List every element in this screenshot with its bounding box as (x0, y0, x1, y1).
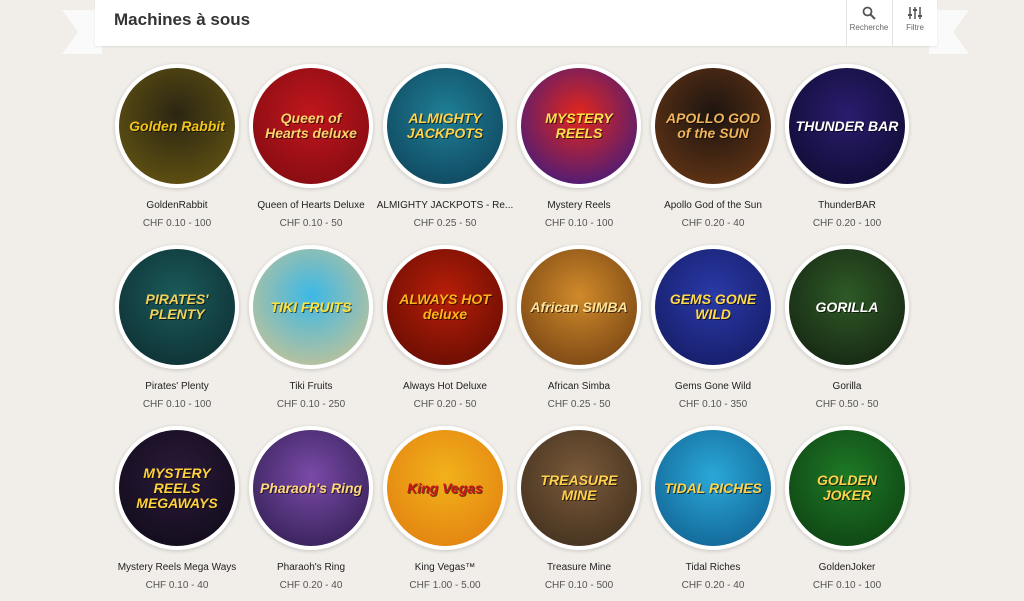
game-tile[interactable]: TIKI FRUITS Tiki Fruits CHF 0.10 - 250 (244, 245, 378, 410)
game-tile[interactable]: TIDAL RICHES Tidal Riches CHF 0.20 - 40 (646, 426, 780, 591)
game-name[interactable]: Gems Gone Wild (675, 381, 751, 392)
game-thumbnail[interactable]: TREASURE MINE (517, 426, 641, 550)
game-name[interactable]: Tiki Fruits (290, 381, 333, 392)
game-tile[interactable]: Pharaoh's Ring Pharaoh's Ring CHF 0.20 - 4… (244, 426, 378, 591)
game-thumbnail[interactable]: African SIMBA (517, 245, 641, 369)
game-bet-range: CHF 0.20 - 40 (681, 580, 745, 591)
game-bet-range: CHF 1.00 - 5.00 (409, 580, 481, 591)
search-button-label: Recherche (849, 23, 889, 32)
header-bar: Machines à sous Recherche Filtre (95, 0, 937, 46)
game-bet-range: CHF 0.10 - 40 (145, 580, 209, 591)
game-thumbnail[interactable]: TIDAL RICHES (651, 426, 775, 550)
game-tile[interactable]: TREASURE MINE Treasure Mine CHF 0.10 - 500 (512, 426, 646, 591)
game-thumbnail[interactable]: MYSTERY REELS MEGAWAYS (115, 426, 239, 550)
filter-button[interactable]: Filtre (892, 0, 937, 46)
game-name[interactable]: Queen of Hearts Deluxe (257, 200, 364, 211)
game-tile[interactable]: ALMIGHTY JACKPOTS ALMIGHTY JACKPOTS - Re.… (377, 64, 514, 229)
game-thumbnail[interactable]: MYSTERY REELS (517, 64, 641, 188)
game-name[interactable]: Mystery Reels Mega Ways (118, 562, 237, 573)
game-tile[interactable]: MYSTERY REELS MEGAWAYS Mystery Reels Mega… (110, 426, 244, 591)
game-grid: Golden Rabbit GoldenRabbit CHF 0.10 - 100 Q… (110, 64, 930, 591)
page-title: Machines à sous (114, 10, 251, 29)
game-logo-text: Golden Rabbit (129, 117, 225, 134)
game-logo-text: ALWAYS HOT deluxe (399, 291, 491, 322)
game-tile[interactable]: Golden Rabbit GoldenRabbit CHF 0.10 - 100 (110, 64, 244, 229)
game-logo-text: GOLDEN JOKER (817, 472, 877, 503)
game-thumbnail[interactable]: GEMS GONE WILD (651, 245, 775, 369)
game-logo-text: GORILLA (815, 298, 879, 315)
game-logo-text: TIDAL RICHES (664, 479, 762, 496)
filter-button-label: Filtre (906, 23, 924, 32)
game-bet-range: CHF 0.10 - 100 (544, 218, 614, 229)
game-bet-range: CHF 0.25 - 50 (547, 399, 611, 410)
game-tile[interactable]: ALWAYS HOT deluxe Always Hot Deluxe CHF 0.… (378, 245, 512, 410)
game-bet-range: CHF 0.50 - 50 (815, 399, 879, 410)
search-icon (862, 6, 876, 20)
game-tile[interactable]: THUNDER BAR ThunderBAR CHF 0.20 - 100 (780, 64, 914, 229)
game-thumbnail[interactable]: APOLLO GOD of the SUN (651, 64, 775, 188)
game-name[interactable]: Mystery Reels (547, 200, 610, 211)
game-logo-text: TREASURE MINE (540, 472, 618, 503)
game-bet-range: CHF 0.20 - 50 (413, 399, 477, 410)
game-logo-text: Queen of Hearts deluxe (265, 110, 357, 141)
game-thumbnail[interactable]: Pharaoh's Ring (249, 426, 373, 550)
game-tile[interactable]: King Vegas King Vegas™ CHF 1.00 - 5.00 (378, 426, 512, 591)
game-logo-text: APOLLO GOD of the SUN (665, 110, 761, 141)
game-thumbnail[interactable]: THUNDER BAR (785, 64, 909, 188)
game-tile[interactable]: GOLDEN JOKER GoldenJoker CHF 0.10 - 100 (780, 426, 914, 591)
game-bet-range: CHF 0.25 - 50 (413, 218, 477, 229)
game-name[interactable]: Pharaoh's Ring (277, 562, 345, 573)
game-bet-range: CHF 0.10 - 250 (276, 399, 346, 410)
game-thumbnail[interactable]: PIRATES' PLENTY (115, 245, 239, 369)
game-name[interactable]: GoldenRabbit (146, 200, 207, 211)
game-logo-text: African SIMBA (530, 298, 628, 315)
game-thumbnail[interactable]: ALMIGHTY JACKPOTS (383, 64, 507, 188)
game-tile[interactable]: GORILLA Gorilla CHF 0.50 - 50 (780, 245, 914, 410)
search-button[interactable]: Recherche (846, 0, 891, 46)
game-logo-text: MYSTERY REELS MEGAWAYS (136, 464, 218, 511)
game-name[interactable]: Gorilla (833, 381, 862, 392)
game-thumbnail[interactable]: Queen of Hearts deluxe (249, 64, 373, 188)
game-tile[interactable]: MYSTERY REELS Mystery Reels CHF 0.10 - 100 (512, 64, 646, 229)
game-logo-text: King Vegas (407, 479, 483, 496)
game-tile[interactable]: PIRATES' PLENTY Pirates' Plenty CHF 0.10 -… (110, 245, 244, 410)
game-bet-range: CHF 0.20 - 40 (279, 580, 343, 591)
game-name[interactable]: King Vegas™ (415, 562, 476, 573)
game-name[interactable]: ALMIGHTY JACKPOTS - Re... (377, 200, 514, 211)
game-thumbnail[interactable]: ALWAYS HOT deluxe (383, 245, 507, 369)
game-bet-range: CHF 0.10 - 100 (142, 218, 212, 229)
game-name[interactable]: Pirates' Plenty (145, 381, 209, 392)
game-thumbnail[interactable]: King Vegas (383, 426, 507, 550)
game-logo-text: GEMS GONE WILD (669, 291, 757, 322)
game-logo-text: MYSTERY REELS (545, 110, 613, 141)
game-logo-text: PIRATES' PLENTY (145, 291, 209, 322)
game-logo-text: THUNDER BAR (795, 117, 899, 134)
game-thumbnail[interactable]: TIKI FRUITS (249, 245, 373, 369)
game-name[interactable]: Tidal Riches (686, 562, 741, 573)
game-name[interactable]: African Simba (548, 381, 610, 392)
game-tile[interactable]: GEMS GONE WILD Gems Gone Wild CHF 0.10 - 3… (646, 245, 780, 410)
game-logo-text: Pharaoh's Ring (259, 479, 363, 496)
game-logo-text: ALMIGHTY JACKPOTS (406, 110, 484, 141)
game-tile[interactable]: African SIMBA African Simba CHF 0.25 - 50 (512, 245, 646, 410)
game-name[interactable]: ThunderBAR (818, 200, 876, 211)
game-bet-range: CHF 0.10 - 100 (812, 580, 882, 591)
game-name[interactable]: Always Hot Deluxe (403, 381, 487, 392)
game-name[interactable]: GoldenJoker (819, 562, 876, 573)
game-bet-range: CHF 0.10 - 350 (678, 399, 748, 410)
sliders-icon (908, 7, 922, 19)
game-tile[interactable]: Queen of Hearts deluxe Queen of Hearts De… (244, 64, 378, 229)
game-bet-range: CHF 0.20 - 100 (812, 218, 882, 229)
game-bet-range: CHF 0.20 - 40 (681, 218, 745, 229)
game-bet-range: CHF 0.10 - 50 (279, 218, 343, 229)
game-thumbnail[interactable]: Golden Rabbit (115, 64, 239, 188)
game-thumbnail[interactable]: GOLDEN JOKER (785, 426, 909, 550)
game-tile[interactable]: APOLLO GOD of the SUN Apollo God of the S… (646, 64, 780, 229)
game-name[interactable]: Treasure Mine (547, 562, 611, 573)
game-thumbnail[interactable]: GORILLA (785, 245, 909, 369)
game-bet-range: CHF 0.10 - 500 (544, 580, 614, 591)
game-logo-text: TIKI FRUITS (270, 298, 352, 315)
game-name[interactable]: Apollo God of the Sun (664, 200, 762, 211)
game-bet-range: CHF 0.10 - 100 (142, 399, 212, 410)
